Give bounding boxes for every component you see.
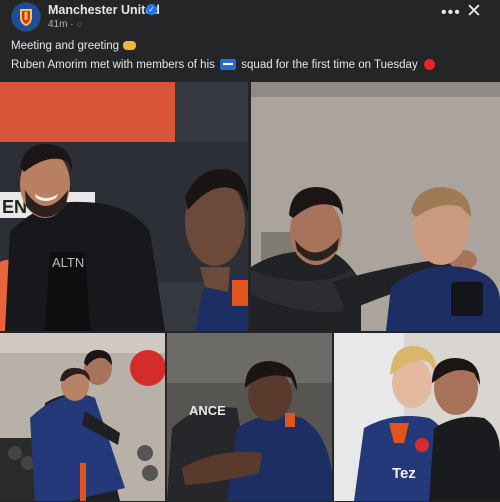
post-meta: 41m · ◌ (48, 19, 82, 30)
caption-title: Meeting and greeting (11, 40, 120, 52)
photo-amorim-greeting-player (251, 82, 500, 331)
red-circle-emoji-icon (423, 59, 435, 71)
globe-icon: ◌ (76, 19, 83, 30)
handshake-emoji-icon (123, 41, 137, 51)
jacket-lettering-text: ANCE (189, 403, 226, 418)
shirt-sponsor-text: Tez (392, 465, 416, 482)
page-name[interactable]: Manchester United (48, 3, 160, 17)
close-button[interactable]: ✕ (466, 2, 482, 21)
post-photo-2[interactable] (251, 82, 500, 331)
photo-hug-1 (0, 333, 165, 501)
photo-amorim-smiling: EN ALTN (0, 82, 248, 331)
shirt-lettering-text: ALTN (52, 255, 84, 270)
post-photo-3[interactable] (0, 333, 165, 501)
photo-player-kit: Tez (334, 333, 500, 501)
post-photo-1[interactable]: EN ALTN (0, 82, 248, 331)
soon-arrow-emoji-icon (220, 59, 237, 71)
caption-text-b: squad for the first time on Tuesday (241, 59, 418, 71)
verified-badge-icon: ✓ (146, 4, 157, 15)
post-header: Manchester United ✓ 41m · ◌ ••• ✕ (0, 0, 500, 36)
meta-separator: · (70, 19, 74, 30)
post-time[interactable]: 41m (48, 19, 67, 30)
club-crest-icon (12, 3, 40, 31)
caption-text-a: Ruben Amorim met with members of his (11, 59, 215, 71)
post-caption-line-2: Ruben Amorim met with members of his squ… (11, 59, 435, 71)
post-photo-5[interactable]: Tez (334, 333, 500, 501)
photo-hug-2: ANCE (167, 333, 332, 501)
post-caption-line-1: Meeting and greeting (11, 40, 137, 52)
post-photo-4[interactable]: ANCE (167, 333, 332, 501)
page-avatar[interactable] (11, 2, 41, 32)
more-options-button[interactable]: ••• (441, 5, 461, 21)
